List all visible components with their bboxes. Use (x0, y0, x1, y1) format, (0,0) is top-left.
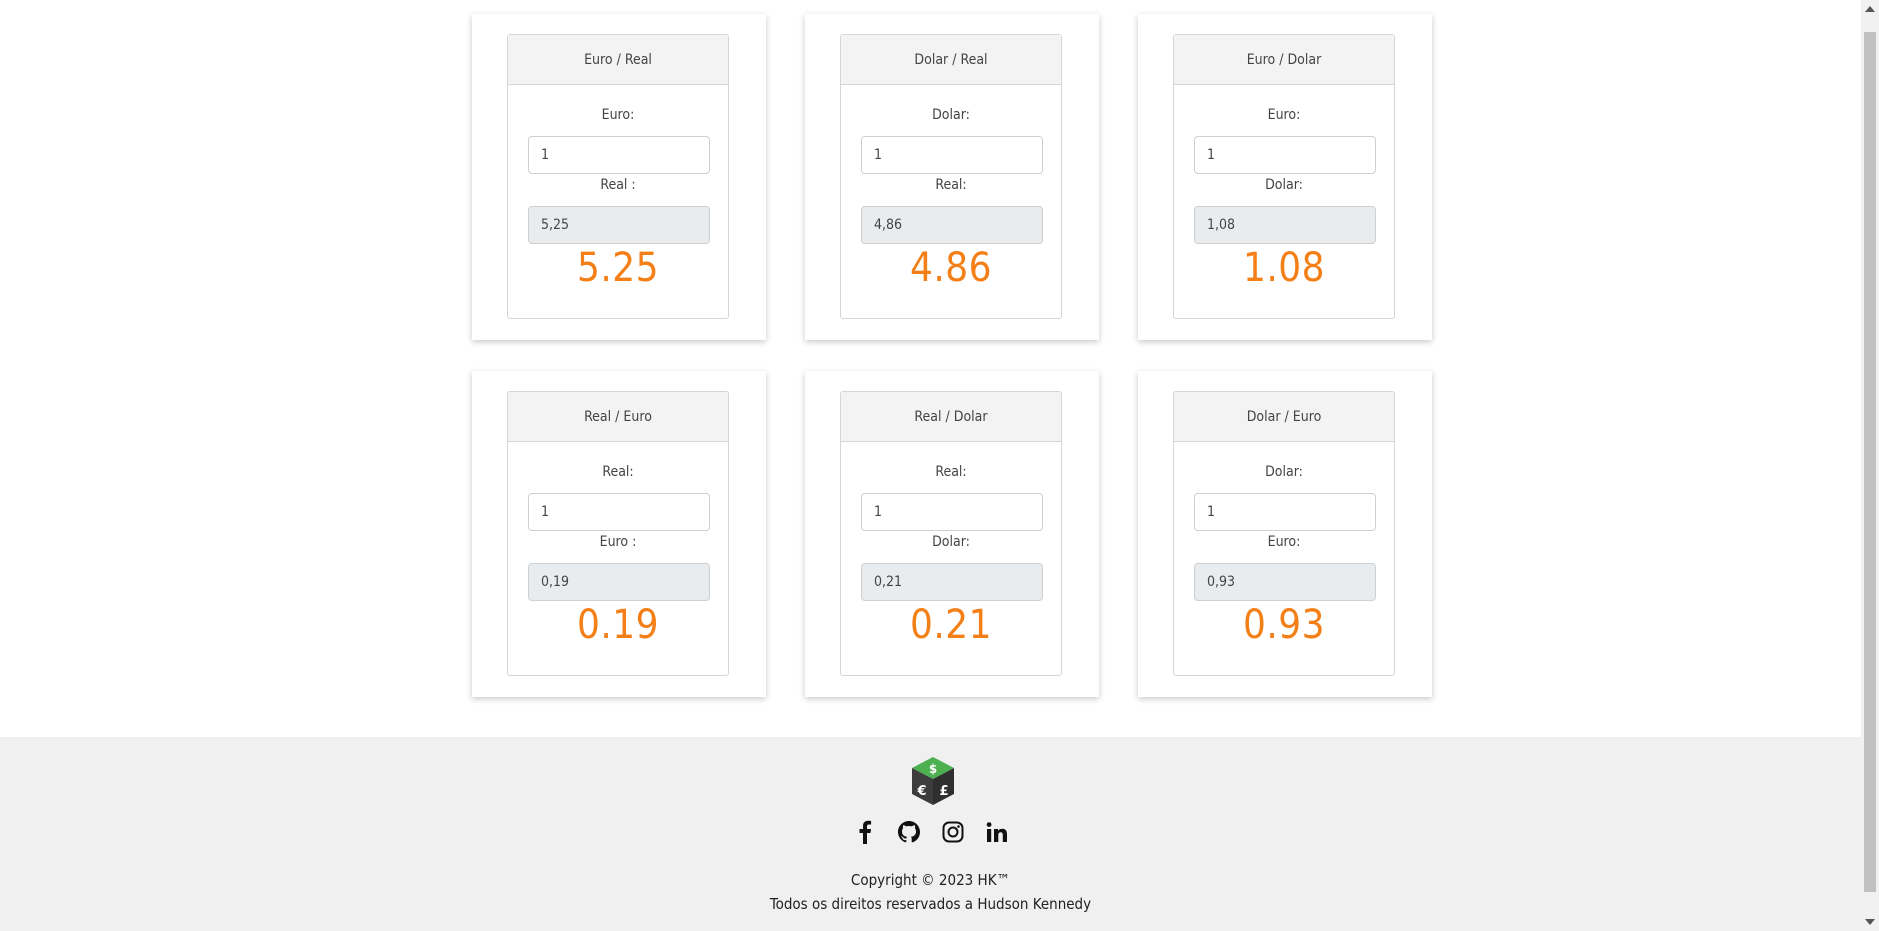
from-label: Real: (935, 464, 967, 480)
converter-card-euro-real: Euro / Real Euro: Real : 5.25 (472, 14, 766, 340)
converter-card-real-dolar: Real / Dolar Real: Dolar: 0.21 (805, 371, 1099, 697)
page: Euro / Real Euro: Real : 5.25 Dolar / Re… (0, 0, 1861, 931)
result-value: 4.86 (909, 245, 993, 291)
from-amount-input[interactable] (528, 136, 710, 174)
from-label: Dolar: (932, 107, 970, 123)
result-value: 0.19 (576, 602, 660, 648)
card-title: Euro / Real (508, 35, 728, 85)
result-value: 0.21 (909, 602, 993, 648)
converter-inner-card: Real / Euro Real: Euro : 0.19 (507, 391, 729, 676)
converter-inner-card: Real / Dolar Real: Dolar: 0.21 (840, 391, 1062, 676)
from-label: Real: (602, 464, 634, 480)
scroll-down-arrow-icon[interactable] (1865, 919, 1875, 925)
from-label: Euro: (601, 107, 635, 123)
converter-card-dolar-real: Dolar / Real Dolar: Real: 4.86 (805, 14, 1099, 340)
converter-inner-card: Euro / Dolar Euro: Dolar: 1.08 (1173, 34, 1395, 319)
to-label: Dolar: (1265, 177, 1303, 193)
card-title: Real / Dolar (841, 392, 1061, 442)
converted-amount-field (528, 563, 710, 601)
social-links (0, 819, 1861, 845)
result-value: 1.08 (1242, 245, 1326, 291)
converter-inner-card: Dolar / Euro Dolar: Euro: 0.93 (1173, 391, 1395, 676)
converted-amount-field (1194, 206, 1376, 244)
from-amount-input[interactable] (861, 493, 1043, 531)
from-label: Euro: (1267, 107, 1301, 123)
card-title: Euro / Dolar (1174, 35, 1394, 85)
converter-card-real-euro: Real / Euro Real: Euro : 0.19 (472, 371, 766, 697)
from-label: Dolar: (1265, 464, 1303, 480)
scroll-thumb[interactable] (1864, 32, 1876, 892)
to-label: Dolar: (932, 534, 970, 550)
to-label: Euro : (599, 534, 637, 550)
from-amount-input[interactable] (1194, 493, 1376, 531)
scrollbar[interactable] (1861, 0, 1879, 931)
to-label: Real : (600, 177, 636, 193)
currency-cube-logo: $ € £ (908, 755, 958, 807)
rights-text: Todos os direitos reservados a Hudson Ke… (769, 895, 1092, 913)
converted-amount-field (861, 563, 1043, 601)
scroll-up-arrow-icon[interactable] (1865, 6, 1875, 12)
facebook-icon[interactable] (852, 819, 878, 845)
from-amount-input[interactable] (528, 493, 710, 531)
github-icon[interactable] (896, 819, 922, 845)
logo-letter-pound: £ (939, 784, 948, 799)
converter-card-dolar-euro: Dolar / Euro Dolar: Euro: 0.93 (1138, 371, 1432, 697)
card-title: Dolar / Real (841, 35, 1061, 85)
converter-card-euro-dolar: Euro / Dolar Euro: Dolar: 1.08 (1138, 14, 1432, 340)
copyright-text: Copyright © 2023 HK™ (850, 871, 1011, 889)
card-title: Real / Euro (508, 392, 728, 442)
result-value: 5.25 (576, 245, 660, 291)
converter-inner-card: Dolar / Real Dolar: Real: 4.86 (840, 34, 1062, 319)
to-label: Real: (935, 177, 967, 193)
logo-letter-euro: € (916, 784, 926, 799)
from-amount-input[interactable] (861, 136, 1043, 174)
result-value: 0.93 (1242, 602, 1326, 648)
card-title: Dolar / Euro (1174, 392, 1394, 442)
footer: $ € £ Copyright © 2023 HK™ Todos os dire… (0, 737, 1861, 931)
instagram-icon[interactable] (940, 819, 966, 845)
to-label: Euro: (1267, 534, 1301, 550)
from-amount-input[interactable] (1194, 136, 1376, 174)
logo-letter-dollar: $ (929, 762, 937, 776)
converter-inner-card: Euro / Real Euro: Real : 5.25 (507, 34, 729, 319)
converted-amount-field (861, 206, 1043, 244)
linkedin-icon[interactable] (984, 819, 1010, 845)
converted-amount-field (528, 206, 710, 244)
converted-amount-field (1194, 563, 1376, 601)
